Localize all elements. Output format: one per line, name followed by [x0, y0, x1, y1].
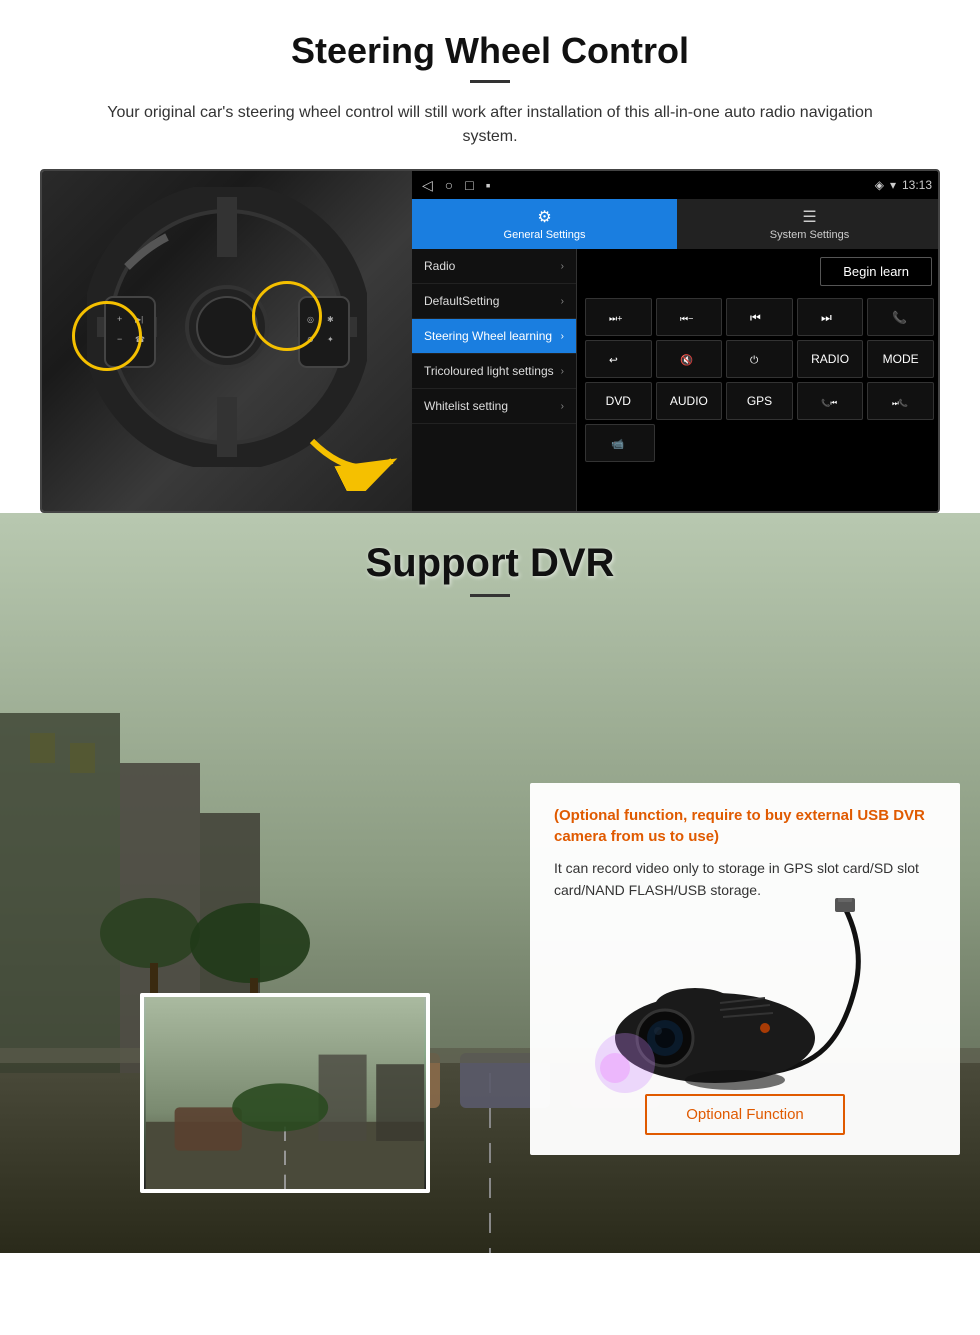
svg-text:↩: ↩	[609, 355, 618, 367]
android-screen: ◁ ○ □ ▪ ◈ ▾ 13:13 ⚙ General Sett	[412, 171, 940, 511]
nav-buttons: ◁ ○ □ ▪	[422, 177, 491, 194]
dvr-camera-svg	[565, 898, 925, 1098]
preview-road-scene	[144, 997, 426, 1189]
menu-item-tricolour[interactable]: Tricoloured light settings ›	[412, 354, 576, 389]
hang-up-button[interactable]: ↩	[585, 340, 652, 378]
power-button[interactable]: ⏻	[726, 340, 793, 378]
steering-wheel-photo: + − ▶| ☎ ◎ ✱ ⊙ ✦	[42, 171, 412, 511]
section-subtitle: Your original car's steering wheel contr…	[100, 101, 880, 149]
svg-text:📞: 📞	[892, 310, 907, 325]
highlight-circle-right	[252, 281, 322, 351]
prev-track-button[interactable]: ⏮	[726, 298, 793, 336]
svg-text:✱: ✱	[327, 315, 334, 324]
button-row-4: 📹	[585, 424, 934, 462]
dvr-section: Support DVR (Option	[0, 513, 980, 1253]
menu-radio-label: Radio	[424, 259, 455, 273]
dvd-button[interactable]: DVD	[585, 382, 652, 420]
dvr-description: It can record video only to storage in G…	[554, 857, 936, 902]
menu-item-default[interactable]: DefaultSetting ›	[412, 284, 576, 319]
wifi-icon: ▾	[890, 178, 896, 192]
tab-system-settings[interactable]: ☰ System Settings	[677, 199, 940, 249]
arrow-indicator	[302, 421, 402, 491]
tab-system-label: System Settings	[770, 229, 849, 241]
back-icon[interactable]: ◁	[422, 177, 433, 194]
gps-button[interactable]: GPS	[726, 382, 793, 420]
begin-learn-row: Begin learn	[577, 249, 940, 294]
control-buttons-grid: ⏭+ ⏮− ⏮ ⏭	[577, 294, 940, 466]
menu-default-label: DefaultSetting	[424, 294, 499, 308]
chevron-icon: ›	[561, 261, 564, 272]
button-row-2: ↩ 🔇 ⏻ RADIO MODE	[585, 340, 934, 378]
steering-control-panel: Begin learn ⏭+ ⏮−	[577, 249, 940, 511]
dvr-title-area: Support DVR	[0, 513, 980, 597]
android-content: Radio › DefaultSetting › Steering Wheel …	[412, 249, 940, 511]
recents-icon[interactable]: □	[465, 177, 473, 193]
svg-text:⏭+: ⏭+	[609, 314, 622, 324]
tab-general-label: General Settings	[504, 229, 586, 241]
settings-menu: Radio › DefaultSetting › Steering Wheel …	[412, 249, 577, 511]
svg-text:⏭: ⏭	[821, 311, 832, 325]
system-icon: ☰	[802, 207, 816, 227]
button-row-3: DVD AUDIO GPS 📞⏮ ⏭📞	[585, 382, 934, 420]
dvr-section-title: Support DVR	[0, 541, 980, 586]
mode-button[interactable]: MODE	[867, 340, 934, 378]
menu-whitelist-label: Whitelist setting	[424, 399, 508, 413]
svg-text:⏮−: ⏮−	[680, 314, 693, 324]
dvr-preview-image	[140, 993, 430, 1193]
camera-button[interactable]: 📹	[585, 424, 655, 462]
menu-item-steering[interactable]: Steering Wheel learning ›	[412, 319, 576, 354]
android-tabs: ⚙ General Settings ☰ System Settings	[412, 199, 940, 249]
home-icon[interactable]: ○	[445, 177, 453, 193]
location-icon: ◈	[875, 178, 884, 192]
gear-icon: ⚙	[537, 207, 551, 227]
dvr-camera-area	[554, 918, 936, 1078]
menu-item-radio[interactable]: Radio ›	[412, 249, 576, 284]
phone-button[interactable]: 📞	[867, 298, 934, 336]
svg-text:⏮: ⏮	[750, 311, 761, 325]
dvr-divider	[470, 594, 510, 597]
svg-text:⏭📞: ⏭📞	[892, 398, 909, 408]
svg-text:📞⏮: 📞⏮	[821, 398, 837, 408]
vol-up-button[interactable]: ⏭+	[585, 298, 652, 336]
svg-text:📹: 📹	[611, 439, 624, 451]
chevron-icon: ›	[561, 331, 564, 342]
menu-icon[interactable]: ▪	[486, 177, 491, 193]
chevron-icon: ›	[561, 366, 564, 377]
mute-button[interactable]: 🔇	[656, 340, 723, 378]
optional-function-button[interactable]: Optional Function	[645, 1094, 845, 1135]
title-divider	[470, 80, 510, 83]
chevron-icon: ›	[561, 401, 564, 412]
vol-down-button[interactable]: ⏮−	[656, 298, 723, 336]
svg-text:🔇: 🔇	[680, 354, 693, 367]
button-row-1: ⏭+ ⏮− ⏮ ⏭	[585, 298, 934, 336]
status-bar: ◁ ○ □ ▪ ◈ ▾ 13:13	[412, 171, 940, 199]
dvr-info-card: (Optional function, require to buy exter…	[530, 783, 960, 1155]
page-title: Steering Wheel Control	[40, 30, 940, 72]
tel-next-button[interactable]: ⏭📞	[867, 382, 934, 420]
menu-tricolour-label: Tricoloured light settings	[424, 364, 554, 378]
menu-steering-label: Steering Wheel learning	[424, 329, 552, 343]
android-ui-mockup: + − ▶| ☎ ◎ ✱ ⊙ ✦	[40, 169, 940, 513]
svg-text:✦: ✦	[327, 335, 334, 344]
svg-text:⏻: ⏻	[750, 355, 759, 367]
menu-item-whitelist[interactable]: Whitelist setting ›	[412, 389, 576, 424]
chevron-icon: ›	[561, 296, 564, 307]
tab-general-settings[interactable]: ⚙ General Settings	[412, 199, 677, 249]
steering-section: Steering Wheel Control Your original car…	[0, 0, 980, 513]
next-track-button[interactable]: ⏭	[797, 298, 864, 336]
dvr-optional-text: (Optional function, require to buy exter…	[554, 805, 936, 847]
clock: 13:13	[902, 178, 932, 192]
highlight-circle-left	[72, 301, 142, 371]
radio-button[interactable]: RADIO	[797, 340, 864, 378]
status-indicators: ◈ ▾ 13:13	[875, 178, 932, 192]
begin-learn-button[interactable]: Begin learn	[820, 257, 932, 286]
tel-prev-button[interactable]: 📞⏮	[797, 382, 864, 420]
audio-button[interactable]: AUDIO	[656, 382, 723, 420]
